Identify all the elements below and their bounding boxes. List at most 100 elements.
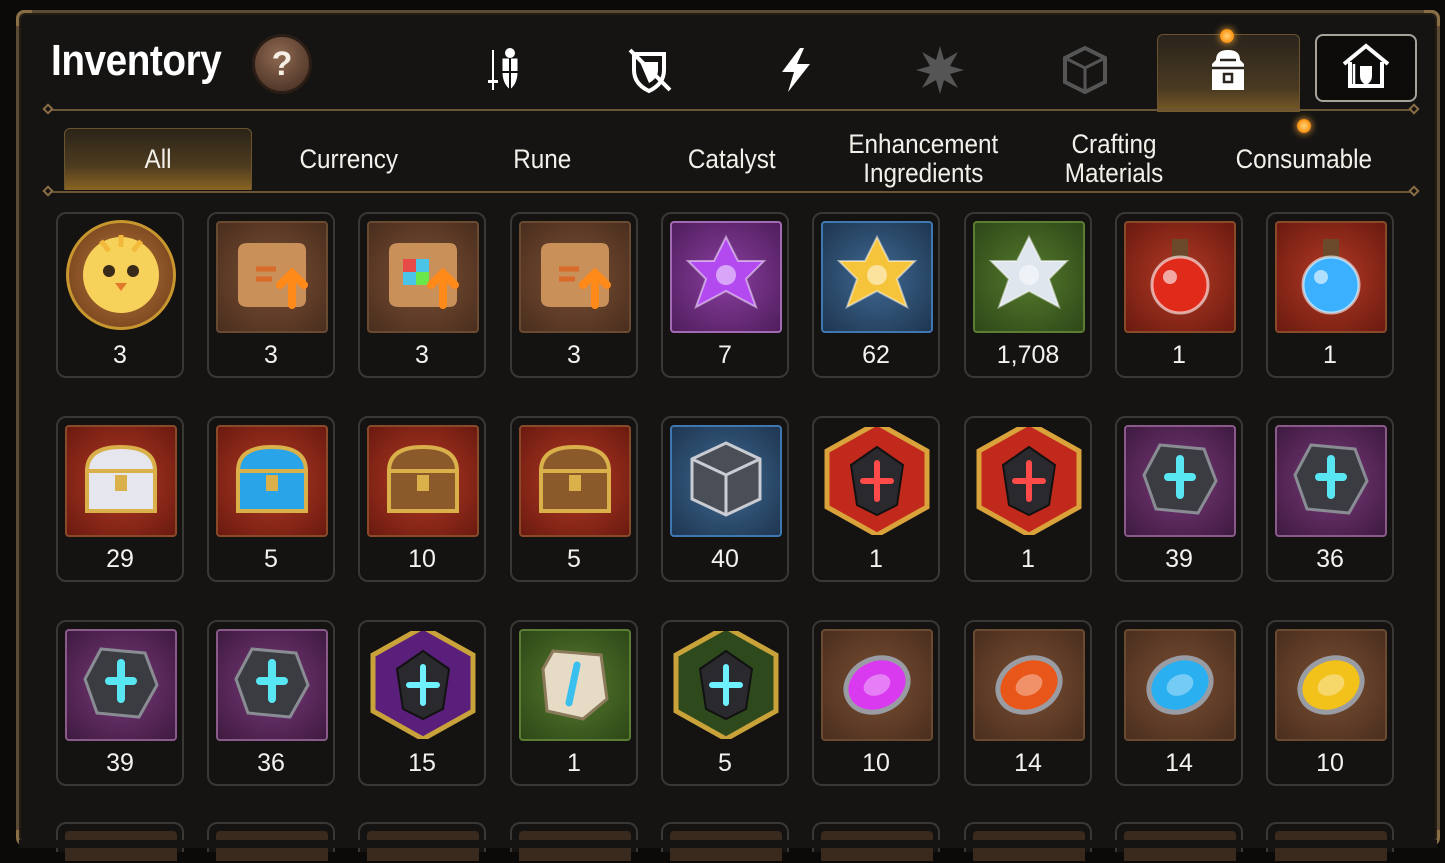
inventory-slot[interactable]: 14: [964, 620, 1092, 786]
inventory-slot[interactable]: 1: [1115, 212, 1243, 378]
burst-icon[interactable]: [910, 40, 970, 100]
frame-corner: [16, 10, 32, 26]
item-frame: [1124, 629, 1236, 741]
inventory-slot[interactable]: 39: [56, 620, 184, 786]
item-frame: [66, 220, 176, 330]
inventory-slot[interactable]: 39: [1115, 416, 1243, 582]
inventory-slot[interactable]: 36: [207, 620, 335, 786]
inventory-slot[interactable]: 1: [812, 416, 940, 582]
swirl-rune-stone-icon: [1281, 429, 1381, 534]
inventory-slot[interactable]: 3: [207, 212, 335, 378]
item-frame: [216, 221, 328, 333]
item-count: 7: [718, 341, 732, 369]
pink-potion-hex-icon: [975, 427, 1083, 535]
crossed-shield-icon[interactable]: [620, 40, 680, 100]
item-count: 1: [869, 545, 883, 573]
item-frame: [973, 221, 1085, 333]
tab-rune[interactable]: Rune: [455, 128, 629, 190]
inventory-slot[interactable]: 5: [510, 416, 638, 582]
scroll-upgrade-icon: [222, 225, 322, 330]
tab-consumable[interactable]: Consumable: [1212, 128, 1396, 190]
item-frame: [367, 425, 479, 537]
item-count: 3: [264, 341, 278, 369]
inventory-slot[interactable]: 15: [358, 620, 486, 786]
inventory-slot[interactable]: 1: [510, 620, 638, 786]
item-count: 39: [1165, 545, 1193, 573]
item-count: 1: [1323, 341, 1337, 369]
inventory-slot[interactable]: 1: [964, 416, 1092, 582]
inventory-slot[interactable]: 5: [207, 416, 335, 582]
sword-shield-icon[interactable]: [476, 40, 536, 100]
tab-label: Currency: [299, 143, 399, 174]
inventory-slot[interactable]: 3: [358, 212, 486, 378]
tab-catalyst[interactable]: Catalyst: [645, 128, 819, 190]
chick-avatar-coin-icon: [71, 223, 171, 327]
purple-crystal-icon: [676, 225, 776, 330]
item-frame: [1124, 221, 1236, 333]
item-frame: [1275, 221, 1387, 333]
lightning-icon[interactable]: [766, 40, 826, 100]
help-button-label: ?: [271, 44, 293, 83]
help-button[interactable]: ?: [252, 34, 312, 94]
guild-house-button[interactable]: [1315, 34, 1417, 102]
item-count: 39: [106, 749, 134, 777]
item-count: 36: [1316, 545, 1344, 573]
item-frame: [821, 629, 933, 741]
inventory-slot[interactable]: 10: [1266, 620, 1394, 786]
item-count: 3: [415, 341, 429, 369]
item-count: 5: [567, 545, 581, 573]
item-count: 10: [408, 545, 436, 573]
item-count: 5: [264, 545, 278, 573]
item-frame: [65, 629, 177, 741]
tab-crafting-materials[interactable]: Crafting Materials: [1032, 128, 1196, 190]
item-frame: [1275, 629, 1387, 741]
inventory-slot[interactable]: 29: [56, 416, 184, 582]
thunder-orb-icon: [1281, 633, 1381, 738]
inventory-slot[interactable]: 7: [661, 212, 789, 378]
inventory-slot[interactable]: 10: [358, 416, 486, 582]
item-count: 36: [257, 749, 285, 777]
backpack-icon[interactable]: [1198, 40, 1258, 100]
item-frame: [821, 221, 933, 333]
item-count: 14: [1165, 749, 1193, 777]
guild-house-icon: [1340, 42, 1392, 95]
tab-label: Rune: [512, 143, 572, 174]
rainbow-scroll-upgrade-icon: [373, 225, 473, 330]
inventory-slot[interactable]: 40: [661, 416, 789, 582]
tab-currency[interactable]: Currency: [262, 128, 436, 190]
item-count: 1,708: [996, 341, 1060, 369]
page-title: Inventory: [51, 36, 222, 85]
dark-cube-icon: [676, 429, 776, 534]
item-frame: [821, 425, 933, 537]
tab-label: Enhancement Ingredients: [848, 129, 998, 188]
item-count: 10: [862, 749, 890, 777]
item-count: 29: [106, 545, 134, 573]
star-rune-hex-icon: [369, 631, 477, 739]
item-count: 3: [567, 341, 581, 369]
tab-enhancement-ingredients[interactable]: Enhancement Ingredients: [830, 128, 1016, 190]
scroll-upgrade-icon: [525, 225, 625, 330]
inventory-slot[interactable]: 62: [812, 212, 940, 378]
inventory-slot[interactable]: 3: [510, 212, 638, 378]
red-potion-icon: [1130, 225, 1230, 330]
item-frame: [973, 425, 1085, 537]
inventory-slot[interactable]: 14: [1115, 620, 1243, 786]
item-count: 3: [113, 341, 127, 369]
item-frame: [973, 629, 1085, 741]
armor-rune-stone-icon: [71, 633, 171, 738]
inventory-slot[interactable]: 3: [56, 212, 184, 378]
tab-label: Crafting Materials: [1064, 129, 1164, 188]
item-count: 10: [1316, 749, 1344, 777]
dice-icon[interactable]: [1055, 40, 1115, 100]
inventory-slot[interactable]: 1,708: [964, 212, 1092, 378]
inventory-slot[interactable]: 5: [661, 620, 789, 786]
tab-all[interactable]: All: [64, 128, 252, 190]
item-count: 14: [1014, 749, 1042, 777]
inventory-slot[interactable]: 10: [812, 620, 940, 786]
notification-dot: [1220, 29, 1234, 43]
inventory-slot[interactable]: 1: [1266, 212, 1394, 378]
ice-orb-icon: [1130, 633, 1230, 738]
item-frame: [670, 221, 782, 333]
item-frame: [216, 425, 328, 537]
inventory-slot[interactable]: 36: [1266, 416, 1394, 582]
